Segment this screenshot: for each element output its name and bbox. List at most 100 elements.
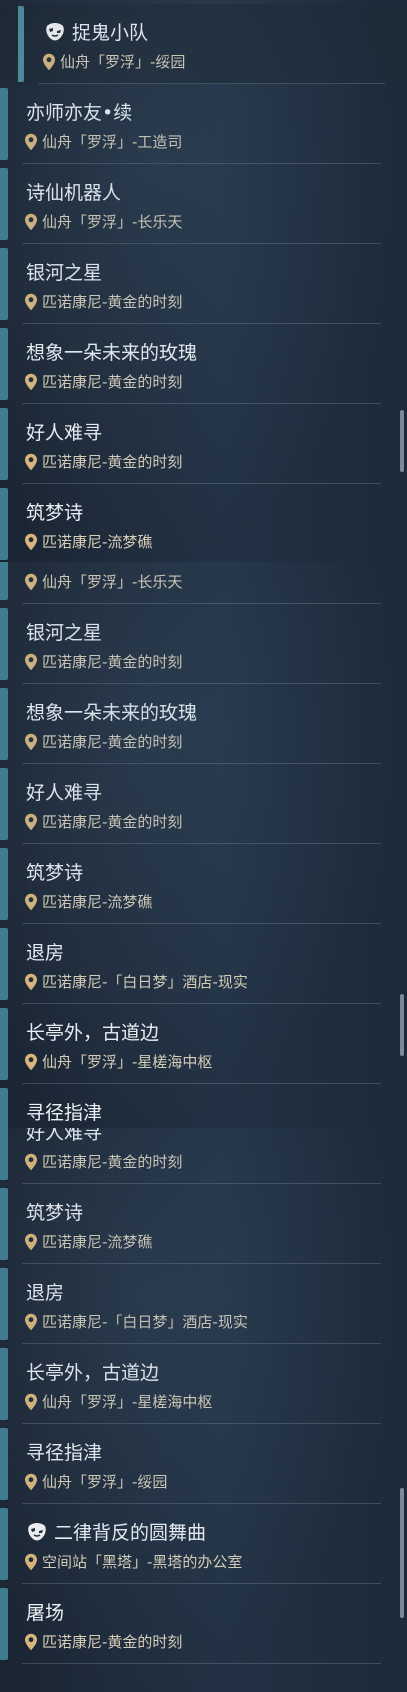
quest-accent-bar xyxy=(0,688,8,760)
quest-location-row: 匹诺康尼-流梦礁 xyxy=(24,531,152,552)
quest-accent-bar xyxy=(0,1348,8,1420)
quest-location: 匹诺康尼-黄金的时刻 xyxy=(42,813,183,831)
quest-list: 捉鬼小队 仙舟「罗浮」-绥园 亦师亦友•续 仙舟「罗浮」-工造司 诗仙机器人 仙… xyxy=(0,4,407,562)
location-pin-icon xyxy=(25,1153,37,1170)
quest-list-item[interactable]: 银河之星 匹诺康尼-黄金的时刻 xyxy=(0,604,407,684)
quest-title: 寻径指津 xyxy=(26,1102,103,1124)
quest-location-row: 匹诺康尼-黄金的时刻 xyxy=(24,1631,182,1652)
location-pin-icon xyxy=(25,573,37,590)
quest-title-row: 捉鬼小队 xyxy=(44,18,148,45)
quest-title-row: 二律背反的圆舞曲 xyxy=(26,1518,206,1545)
quest-list-item[interactable]: 寻径指津 xyxy=(0,1084,407,1128)
quest-title: 想象一朵未来的玫瑰 xyxy=(26,342,198,364)
quest-title-row: 寻径指津 xyxy=(26,1438,102,1465)
location-pin-icon xyxy=(25,453,37,470)
quest-accent-bar xyxy=(0,1088,8,1128)
quest-title: 筑梦诗 xyxy=(26,862,84,884)
quest-title: 银河之星 xyxy=(26,622,103,644)
quest-location: 匹诺康尼-黄金的时刻 xyxy=(42,1633,183,1651)
quest-accent-bar xyxy=(0,1588,8,1660)
quest-location-row: 匹诺康尼-流梦礁 xyxy=(24,1231,152,1252)
quest-list-item[interactable]: 想象一朵未来的玫瑰 匹诺康尼-黄金的时刻 xyxy=(0,684,407,764)
quest-title-row: 好人难寻 xyxy=(26,778,102,805)
quest-title-row: 银河之星 xyxy=(26,258,102,285)
quest-title: 好人难寻 xyxy=(26,422,103,444)
quest-list-panel-2: 诗仙机器人 仙舟「罗浮」-长乐天 银河之星 匹诺康尼-黄金的时刻 xyxy=(0,562,407,1128)
quest-list-item[interactable]: 屠场 匹诺康尼-黄金的时刻 xyxy=(0,1584,407,1664)
quest-list-panel-3: 好人难寻 匹诺康尼-黄金的时刻 筑梦诗 匹诺康尼-流梦礁 退房 匹诺康尼-「白日… xyxy=(0,1128,407,1692)
quest-location-row: 匹诺康尼-「白日梦」酒店-现实 xyxy=(24,1311,248,1332)
quest-list: 好人难寻 匹诺康尼-黄金的时刻 筑梦诗 匹诺康尼-流梦礁 退房 匹诺康尼-「白日… xyxy=(0,1128,407,1664)
quest-location-row: 匹诺康尼-黄金的时刻 xyxy=(24,291,182,312)
quest-location: 匹诺康尼-黄金的时刻 xyxy=(42,373,183,391)
quest-list-item[interactable]: 诗仙机器人 仙舟「罗浮」-长乐天 xyxy=(0,562,407,604)
location-pin-icon xyxy=(25,653,37,670)
quest-location: 仙舟「罗浮」-长乐天 xyxy=(42,573,183,591)
quest-accent-bar xyxy=(0,328,8,400)
quest-location-row: 仙舟「罗浮」-绥园 xyxy=(24,1471,167,1492)
quest-accent-bar xyxy=(0,488,8,560)
quest-location-row: 匹诺康尼-黄金的时刻 xyxy=(24,731,182,752)
quest-list-item[interactable]: 亦师亦友•续 仙舟「罗浮」-工造司 xyxy=(0,84,407,164)
quest-list-item[interactable]: 长亭外，古道边 仙舟「罗浮」-星槎海中枢 xyxy=(0,1344,407,1424)
quest-location: 匹诺康尼-流梦礁 xyxy=(42,1233,153,1251)
quest-list-item[interactable]: 好人难寻 匹诺康尼-黄金的时刻 xyxy=(0,764,407,844)
quest-list-item[interactable]: 筑梦诗 匹诺康尼-流梦礁 xyxy=(0,844,407,924)
quest-list-item[interactable]: 二律背反的圆舞曲 空间站「黑塔」-黑塔的办公室 xyxy=(0,1504,407,1584)
location-pin-icon xyxy=(25,893,37,910)
quest-title-row: 诗仙机器人 xyxy=(26,178,121,205)
quest-location-row: 匹诺康尼-黄金的时刻 xyxy=(24,811,182,832)
quest-location-row: 匹诺康尼-「白日梦」酒店-现实 xyxy=(24,971,248,992)
location-pin-icon xyxy=(25,293,37,310)
quest-list-item[interactable]: 诗仙机器人 仙舟「罗浮」-长乐天 xyxy=(0,164,407,244)
quest-title: 好人难寻 xyxy=(26,1128,103,1144)
quest-list-item[interactable]: 银河之星 匹诺康尼-黄金的时刻 xyxy=(0,244,407,324)
quest-list-item[interactable]: 好人难寻 匹诺康尼-黄金的时刻 xyxy=(0,1128,407,1184)
quest-list-item[interactable]: 退房 匹诺康尼-「白日梦」酒店-现实 xyxy=(0,924,407,1004)
scrollbar-thumb[interactable] xyxy=(400,410,404,472)
location-pin-icon xyxy=(25,1393,37,1410)
location-pin-icon xyxy=(25,1473,37,1490)
location-pin-icon xyxy=(25,533,37,550)
quest-list-item[interactable]: 退房 匹诺康尼-「白日梦」酒店-现实 xyxy=(0,1264,407,1344)
quest-location-row: 匹诺康尼-黄金的时刻 xyxy=(24,1151,182,1172)
quest-accent-bar xyxy=(0,248,8,320)
location-pin-icon xyxy=(25,1313,37,1330)
quest-list-item[interactable]: 筑梦诗 匹诺康尼-流梦礁 xyxy=(0,484,407,562)
quest-accent-bar xyxy=(0,1428,8,1500)
quest-accent-bar xyxy=(0,1128,8,1180)
quest-title-row: 好人难寻 xyxy=(26,418,102,445)
quest-location: 匹诺康尼-黄金的时刻 xyxy=(42,653,183,671)
quest-list-item[interactable]: 筑梦诗 匹诺康尼-流梦礁 xyxy=(0,1184,407,1264)
quest-location-row: 匹诺康尼-黄金的时刻 xyxy=(24,451,182,472)
quest-list-item[interactable]: 长亭外，古道边 仙舟「罗浮」-星槎海中枢 xyxy=(0,1004,407,1084)
quest-location: 仙舟「罗浮」-星槎海中枢 xyxy=(42,1393,213,1411)
quest-list-item[interactable]: 捉鬼小队 仙舟「罗浮」-绥园 xyxy=(0,4,407,84)
quest-list-item[interactable]: 想象一朵未来的玫瑰 匹诺康尼-黄金的时刻 xyxy=(0,324,407,404)
quest-location-row: 匹诺康尼-黄金的时刻 xyxy=(24,371,182,392)
scrollbar-thumb[interactable] xyxy=(400,1488,404,1618)
location-pin-icon xyxy=(25,733,37,750)
quest-location-row: 仙舟「罗浮」-工造司 xyxy=(24,131,182,152)
quest-location-row: 仙舟「罗浮」-星槎海中枢 xyxy=(24,1391,212,1412)
quest-location-row: 仙舟「罗浮」-星槎海中枢 xyxy=(24,1051,212,1072)
quest-accent-bar xyxy=(0,608,8,680)
quest-location: 匹诺康尼-黄金的时刻 xyxy=(42,733,183,751)
quest-title: 捉鬼小队 xyxy=(72,22,149,44)
quest-title: 诗仙机器人 xyxy=(26,562,121,565)
quest-title-row: 筑梦诗 xyxy=(26,1198,83,1225)
quest-title: 屠场 xyxy=(26,1602,65,1624)
quest-list: 诗仙机器人 仙舟「罗浮」-长乐天 银河之星 匹诺康尼-黄金的时刻 xyxy=(0,562,407,1128)
quest-title-row: 寻径指津 xyxy=(26,1098,102,1125)
quest-list-item[interactable]: 好人难寻 匹诺康尼-黄金的时刻 xyxy=(0,404,407,484)
quest-location: 匹诺康尼-流梦礁 xyxy=(42,533,153,551)
quest-location-row: 匹诺康尼-黄金的时刻 xyxy=(24,651,182,672)
location-pin-icon xyxy=(25,213,37,230)
quest-title: 寻径指津 xyxy=(26,1442,103,1464)
scrollbar-thumb[interactable] xyxy=(400,994,404,1056)
quest-accent-bar xyxy=(0,88,8,160)
quest-location-row: 空间站「黑塔」-黑塔的办公室 xyxy=(24,1551,242,1572)
quest-list-item[interactable]: 寻径指津 仙舟「罗浮」-绥园 xyxy=(0,1424,407,1504)
quest-title: 筑梦诗 xyxy=(26,502,84,524)
quest-title-row: 亦师亦友•续 xyxy=(26,98,132,125)
